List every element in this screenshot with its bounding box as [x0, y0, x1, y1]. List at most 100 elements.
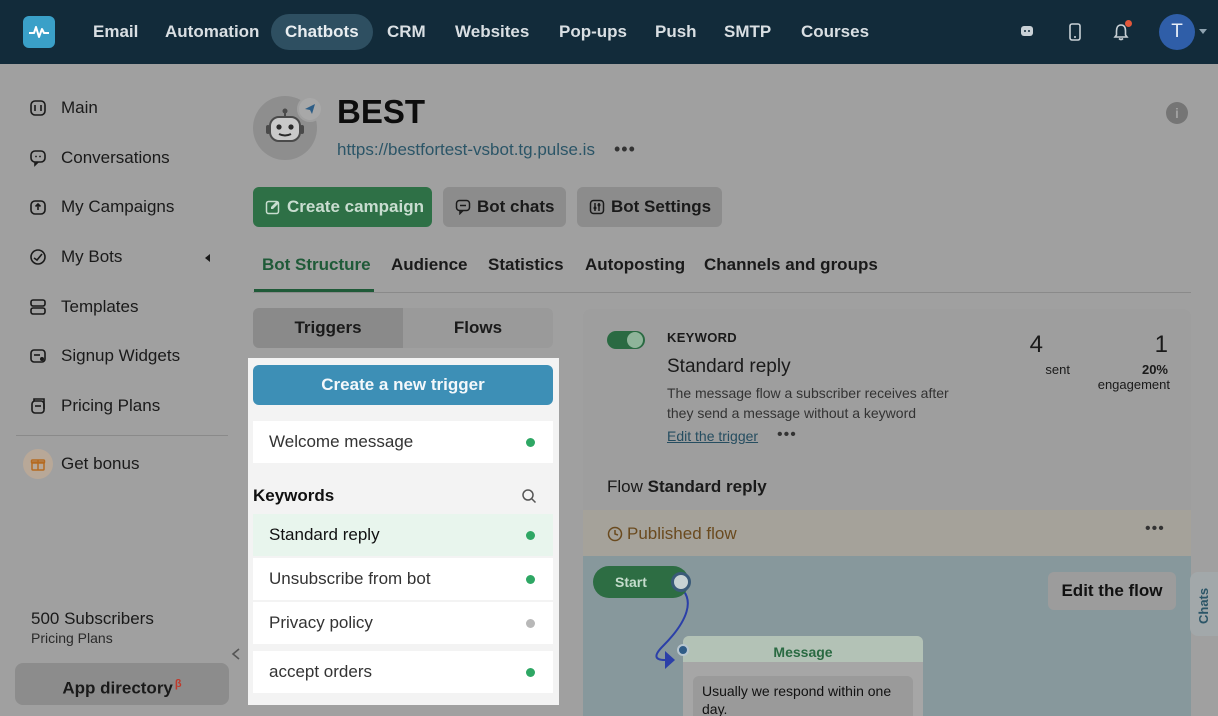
- sidebar-item-label: My Campaigns: [61, 197, 175, 216]
- app-directory-button[interactable]: App directory β: [15, 663, 229, 705]
- start-port[interactable]: [671, 572, 691, 592]
- tab-autoposting[interactable]: Autoposting: [585, 255, 685, 275]
- sidebar-item-conversations[interactable]: Conversations: [28, 143, 170, 173]
- info-icon[interactable]: i: [1166, 102, 1188, 124]
- flow-name: Standard reply: [647, 477, 767, 496]
- start-label: Start: [615, 574, 647, 590]
- status-dot: [526, 575, 535, 584]
- bot-icon: [28, 247, 48, 267]
- tab-statistics[interactable]: Statistics: [488, 255, 564, 275]
- status-dot: [526, 531, 535, 540]
- sidebar-item-label: Main: [61, 98, 98, 117]
- nav-popups[interactable]: Pop-ups: [545, 14, 641, 50]
- edit-trigger-link[interactable]: Edit the trigger: [667, 428, 758, 444]
- clock-icon: [607, 526, 623, 542]
- sent-label: sent: [1045, 362, 1070, 377]
- tab-audience[interactable]: Audience: [391, 255, 468, 275]
- status-dot: [526, 619, 535, 628]
- chevron-down-icon[interactable]: [1199, 29, 1207, 34]
- published-flow-bar: Published flow •••: [583, 510, 1191, 556]
- sidebar-item-label: Pricing Plans: [61, 396, 161, 415]
- engagement-label: engagement: [1097, 377, 1170, 392]
- bot-url-link[interactable]: https://bestfortest-vsbot.tg.pulse.is: [337, 140, 595, 160]
- sidebar-item-templates[interactable]: Templates: [28, 292, 138, 322]
- engagement-percent: 20%: [1141, 362, 1168, 377]
- chevron-left-icon[interactable]: [205, 254, 210, 262]
- notifications-bell-icon[interactable]: [1109, 20, 1133, 44]
- sidebar-item-main[interactable]: Main: [28, 93, 98, 123]
- search-icon[interactable]: [521, 488, 537, 504]
- sidebar-divider: [16, 435, 228, 436]
- sidebar-item-signup-widgets[interactable]: Signup Widgets: [28, 341, 180, 371]
- active-tab-indicator: [254, 289, 374, 292]
- nav-smtp[interactable]: SMTP: [710, 14, 785, 50]
- sidebar-item-my-bots[interactable]: My Bots: [28, 242, 122, 272]
- user-avatar[interactable]: T: [1159, 14, 1195, 50]
- nav-automation[interactable]: Automation: [151, 14, 273, 50]
- sidebar-item-campaigns[interactable]: My Campaigns: [28, 192, 174, 222]
- message-node[interactable]: Message Usually we respond within one da…: [677, 636, 923, 716]
- chats-side-tab[interactable]: Chats: [1190, 572, 1218, 636]
- sidebar-item-pricing-plans[interactable]: Pricing Plans: [28, 391, 160, 421]
- start-node[interactable]: Start: [593, 566, 691, 598]
- trigger-accept-orders[interactable]: accept orders: [253, 651, 553, 693]
- beta-badge: β: [174, 678, 182, 690]
- trigger-standard-reply[interactable]: Standard reply: [253, 514, 553, 556]
- create-trigger-button[interactable]: Create a new trigger: [253, 365, 553, 405]
- settings-sliders-icon: [589, 198, 605, 216]
- trigger-more-menu-icon[interactable]: •••: [777, 426, 797, 444]
- segment-triggers[interactable]: Triggers: [253, 308, 403, 348]
- sidebar-item-label: Signup Widgets: [61, 346, 181, 365]
- app-directory-label: App directory: [62, 678, 173, 698]
- toggle-knob: [627, 332, 643, 348]
- sidebar-item-label: My Bots: [61, 247, 123, 266]
- sent-count: 4: [1029, 331, 1043, 358]
- status-dot: [526, 438, 535, 447]
- bot-chats-label: Bot chats: [477, 197, 555, 216]
- chat-support-icon[interactable]: [1015, 20, 1039, 44]
- message-text: Usually we respond within one day.: [693, 676, 913, 716]
- bot-settings-button[interactable]: Bot Settings: [577, 187, 722, 227]
- trigger-unsubscribe[interactable]: Unsubscribe from bot: [253, 558, 553, 600]
- trigger-label: Unsubscribe from bot: [269, 569, 431, 588]
- subscriber-count: 500 Subscribers: [31, 609, 154, 628]
- flow-canvas[interactable]: Start Edit the flow Message Usually we r…: [583, 556, 1191, 716]
- bot-settings-label: Bot Settings: [611, 197, 712, 216]
- flow-more-menu-icon[interactable]: •••: [1145, 520, 1165, 538]
- gift-icon: [23, 449, 53, 479]
- message-input-port[interactable]: [677, 644, 689, 656]
- tab-bot-structure[interactable]: Bot Structure: [262, 255, 371, 275]
- status-dot: [526, 668, 535, 677]
- nav-websites[interactable]: Websites: [441, 14, 543, 50]
- nav-courses[interactable]: Courses: [787, 14, 883, 50]
- trigger-welcome-message[interactable]: Welcome message: [253, 421, 553, 463]
- logo-icon[interactable]: [23, 16, 55, 48]
- engagement-count: 1: [1154, 331, 1168, 358]
- create-campaign-button[interactable]: Create campaign: [253, 187, 432, 227]
- trigger-toggle[interactable]: [607, 331, 645, 349]
- trigger-detail-card: KEYWORD Standard reply The message flow …: [583, 309, 1191, 716]
- bot-name: BEST: [337, 93, 426, 130]
- edit-flow-button[interactable]: Edit the flow: [1048, 572, 1176, 610]
- nav-push[interactable]: Push: [641, 14, 711, 50]
- nav-email[interactable]: Email: [79, 14, 152, 50]
- chat-bubble-icon: [28, 148, 48, 168]
- segment-flows[interactable]: Flows: [403, 308, 553, 348]
- flow-title: Flow Standard reply: [607, 477, 767, 497]
- templates-icon: [28, 297, 48, 317]
- sidebar-item-label: Templates: [61, 297, 139, 316]
- bot-chats-button[interactable]: Bot chats: [443, 187, 566, 227]
- trigger-label: accept orders: [269, 662, 372, 681]
- get-bonus-link[interactable]: Get bonus: [61, 454, 139, 474]
- nav-chatbots[interactable]: Chatbots: [271, 14, 373, 50]
- trigger-privacy-policy[interactable]: Privacy policy: [253, 602, 553, 644]
- nav-crm[interactable]: CRM: [373, 14, 440, 50]
- collapse-sidebar-icon[interactable]: [231, 648, 241, 660]
- trigger-label: Standard reply: [269, 525, 380, 544]
- trigger-title: Standard reply: [667, 356, 791, 377]
- mobile-app-icon[interactable]: [1063, 20, 1087, 44]
- tab-channels-groups[interactable]: Channels and groups: [704, 255, 878, 275]
- pricing-plans-link[interactable]: Pricing Plans: [31, 630, 113, 646]
- bot-more-menu-icon[interactable]: •••: [614, 139, 636, 160]
- trigger-type-label: KEYWORD: [667, 330, 737, 345]
